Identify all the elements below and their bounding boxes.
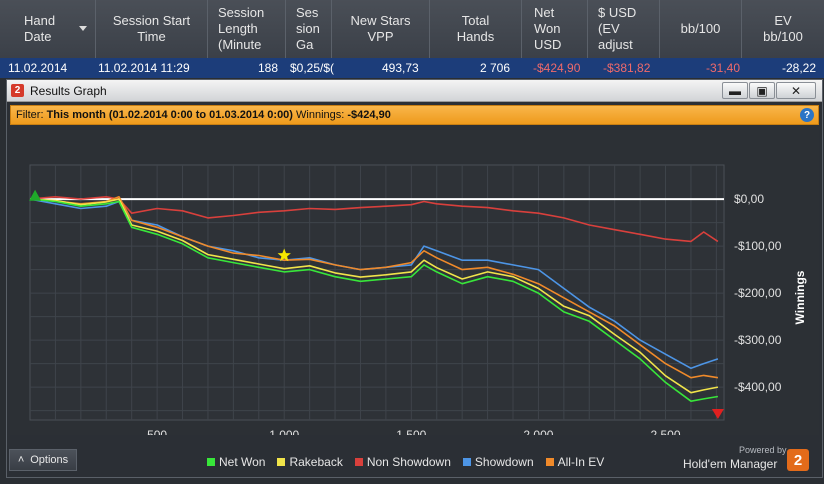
column-total-hands[interactable]: Total Hands — [430, 0, 522, 58]
brand-name: Hold'em Manager — [683, 457, 778, 471]
legend-label: Showdown — [474, 455, 534, 469]
winnings-label: Winnings: — [292, 109, 348, 121]
sort-arrow-icon[interactable] — [79, 26, 87, 31]
legend-swatch — [207, 458, 215, 466]
filter-range: This month (01.02.2014 0:00 to 01.03.201… — [46, 109, 293, 121]
legend-item: Rakeback — [277, 455, 343, 469]
chart-svg: 500 1 000 1 500 2 000 2 500 $0,00 -$100,00 -$20… — [29, 164, 807, 435]
cell-session-start: 11.02.2014 11:29 — [98, 61, 190, 75]
cell-net-won: -$424,90 — [533, 61, 581, 75]
column-label: New Stars VPP — [350, 13, 411, 44]
cell-game: $0,25/$( — [290, 61, 335, 75]
legend-item: Showdown — [462, 455, 534, 469]
y-tick-label: -$100,00 — [734, 239, 782, 253]
column-session-length[interactable]: Session Length (Minute — [208, 0, 286, 58]
cell-ev-bb100: -28,22 — [782, 61, 817, 75]
filter-bar[interactable]: Filter: This month (01.02.2014 0:00 to 0… — [10, 105, 819, 125]
x-tick-label: 500 — [147, 428, 167, 435]
column-ev-adjusted[interactable]: $ USD (EV adjust — [588, 0, 660, 58]
legend-swatch — [354, 458, 363, 466]
options-label: Options — [30, 454, 69, 466]
x-tick-label: 2 500 — [651, 428, 681, 435]
legend-label: All-In EV — [557, 455, 605, 469]
cell-hand-date: 11.02.2014 — [8, 61, 68, 75]
cell-hands: 2 706 — [480, 61, 511, 75]
column-ev-bb100[interactable]: EV bb/100 — [742, 0, 824, 58]
legend-label: Rakeback — [289, 455, 343, 469]
brand-badge-icon: 2 — [787, 449, 809, 471]
legend-swatch — [277, 458, 286, 466]
chevron-up-icon: ˄ — [17, 454, 25, 466]
legend-label: Net Won — [219, 455, 266, 469]
window-title: Results Graph — [30, 84, 107, 98]
column-session-game[interactable]: Ses sion Ga — [286, 0, 332, 58]
x-tick-label: 1 000 — [269, 428, 299, 435]
cell-bb100: -31,40 — [706, 61, 741, 75]
cell-vpp: 493,73 — [382, 61, 419, 75]
column-session-start[interactable]: Session Start Time — [96, 0, 208, 58]
window-titlebar[interactable]: 2 Results Graph ▬ ▣ ✕ — [7, 80, 822, 102]
column-label: Ses sion Ga — [296, 5, 320, 52]
column-hand-date[interactable]: Hand Date — [0, 0, 96, 58]
column-bb100[interactable]: bb/100 — [660, 0, 742, 58]
filter-text: Filter: This month (01.02.2014 0:00 to 0… — [16, 109, 391, 121]
x-tick-label: 1 500 — [396, 428, 426, 435]
y-axis-label: Winnings — [793, 270, 807, 324]
legend-item: Non Showdown — [354, 455, 451, 469]
column-vpp[interactable]: New Stars VPP — [332, 0, 430, 58]
table-row[interactable]: 11.02.2014 11.02.2014 11:29 188 $0,25/$(… — [0, 58, 824, 78]
legend-swatch — [545, 458, 554, 466]
column-label: Net Won USD — [534, 5, 562, 52]
close-button[interactable]: ✕ — [776, 82, 816, 99]
x-tick-label: 2 000 — [523, 428, 553, 435]
y-tick-label: -$400,00 — [734, 380, 782, 394]
winnings-value: -$424,90 — [347, 109, 391, 121]
column-label: Session Start Time — [112, 13, 191, 44]
y-tick-label: -$300,00 — [734, 333, 782, 347]
minimize-button[interactable]: ▬ — [722, 82, 748, 99]
powered-by-text: Powered by — [739, 445, 787, 455]
chart-legend: Net Won Rakeback Non Showdown Showdown All-I… — [207, 455, 612, 469]
column-label: EV bb/100 — [763, 13, 803, 44]
legend-item: All-In EV — [545, 455, 605, 469]
y-tick-label: $0,00 — [734, 192, 764, 206]
options-button[interactable]: ˄ Options — [9, 449, 77, 471]
column-label: $ USD (EV adjust — [598, 5, 637, 52]
cell-length: 188 — [258, 61, 279, 75]
help-icon[interactable]: ? — [800, 108, 814, 122]
filter-prefix: Filter: — [16, 109, 47, 121]
results-chart: 500 1 000 1 500 2 000 2 500 $0,00 -$100,00 -$20… — [10, 130, 819, 435]
app-logo-icon: 2 — [11, 84, 24, 97]
legend-label: Non Showdown — [366, 455, 451, 469]
column-label: bb/100 — [680, 21, 721, 36]
column-net-won[interactable]: Net Won USD — [522, 0, 588, 58]
column-label: Session Length (Minute — [218, 5, 265, 52]
results-graph-window[interactable]: 2 Results Graph ▬ ▣ ✕ Filter: This month… — [6, 79, 823, 478]
window-footer: ˄ Options Net Won Rakeback Non Showdown Sho… — [7, 445, 822, 477]
y-tick-label: -$200,00 — [734, 286, 782, 300]
legend-item: Net Won — [207, 455, 265, 469]
column-label: Hand Date — [24, 13, 56, 44]
legend-swatch — [462, 458, 471, 466]
brand-logo: Powered by Hold'em Manager 2 — [683, 445, 813, 475]
table-header: Hand Date Session Start Time Session Len… — [0, 0, 824, 58]
plot-area — [29, 164, 725, 421]
maximize-button[interactable]: ▣ — [749, 82, 775, 99]
cell-ev-adjusted: -$381,82 — [603, 61, 651, 75]
column-label: Total Hands — [456, 13, 495, 44]
